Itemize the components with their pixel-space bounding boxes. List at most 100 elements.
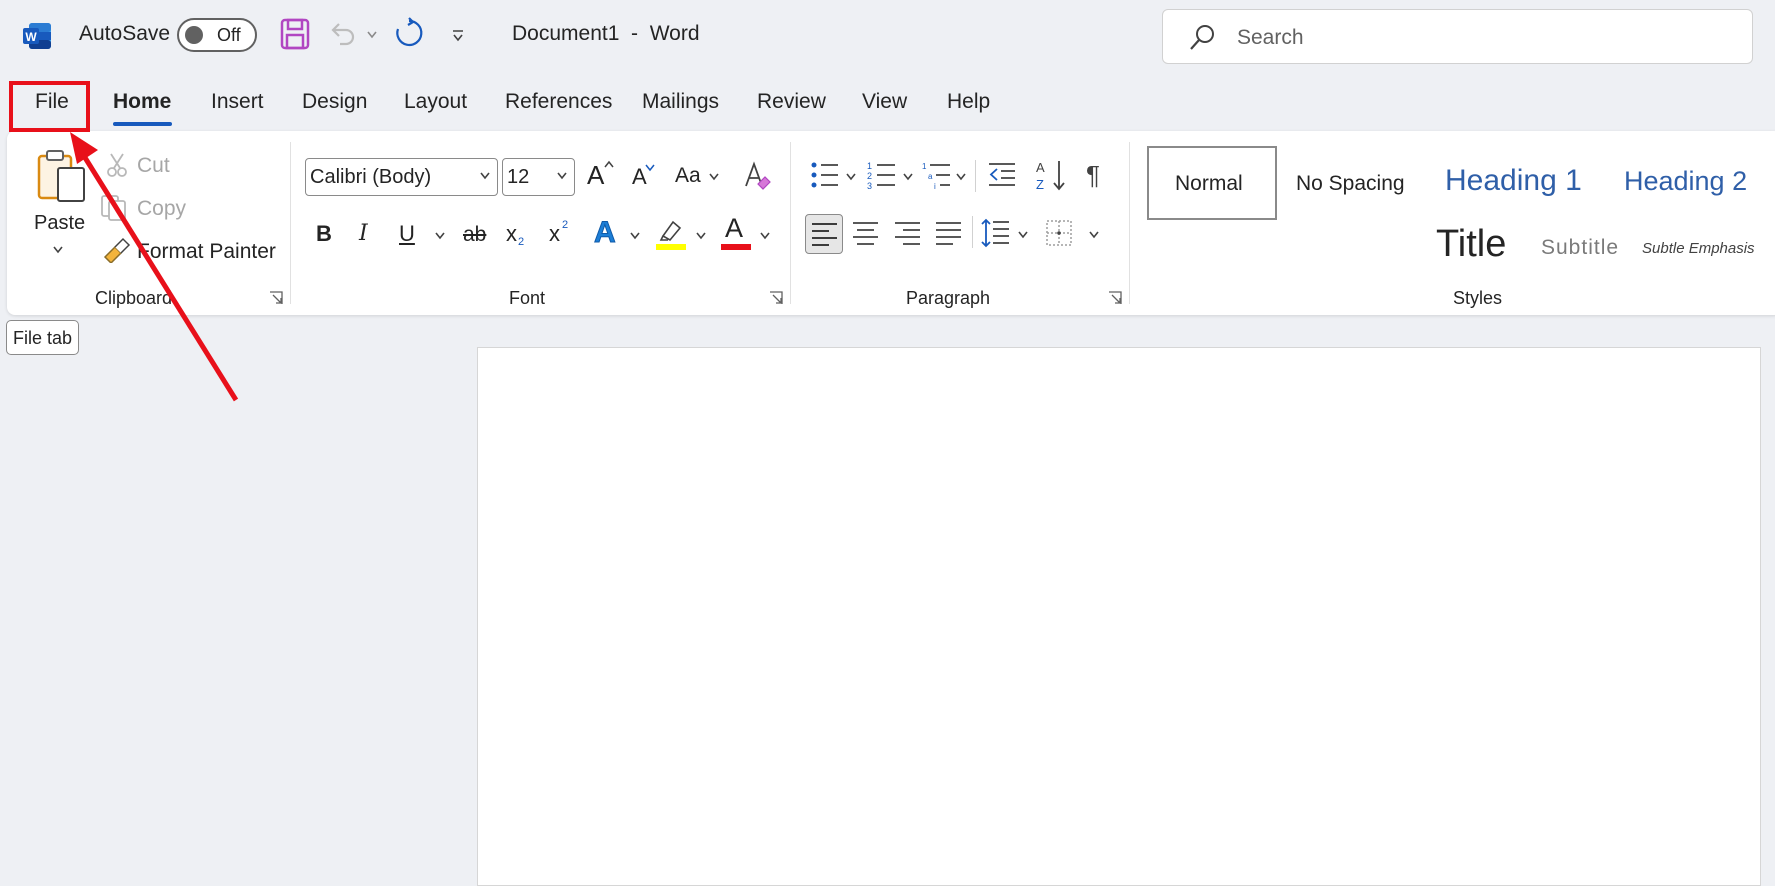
tab-home[interactable]: Home — [113, 90, 171, 114]
italic-button[interactable]: I — [359, 221, 368, 246]
scissors-icon[interactable] — [105, 152, 129, 178]
numbering-icon[interactable]: 1 2 3 — [867, 160, 897, 190]
svg-text:1: 1 — [867, 161, 872, 171]
active-tab-indicator — [113, 122, 172, 126]
autosave-toggle[interactable]: Off — [177, 18, 257, 52]
clear-formatting-icon[interactable] — [742, 160, 772, 192]
subscript-button[interactable]: x — [506, 221, 517, 247]
clipboard-launcher-icon[interactable] — [268, 290, 284, 306]
multilevel-dropdown-icon[interactable] — [955, 172, 967, 182]
bullets-icon[interactable] — [810, 160, 840, 190]
line-spacing-icon[interactable] — [981, 218, 1011, 248]
document-page[interactable] — [477, 347, 1761, 886]
tab-design[interactable]: Design — [302, 90, 367, 114]
sort-icon[interactable]: A Z — [1035, 158, 1067, 192]
line-spacing-dropdown-icon[interactable] — [1017, 230, 1029, 240]
undo-icon[interactable] — [328, 18, 358, 48]
word-logo-icon[interactable]: W — [21, 20, 53, 52]
font-launcher-icon[interactable] — [768, 290, 784, 306]
font-color-swatch — [721, 244, 751, 250]
strikethrough-button[interactable]: ab — [463, 223, 486, 247]
tab-insert[interactable]: Insert — [211, 90, 264, 114]
autosave-label: AutoSave — [79, 22, 171, 45]
search-box[interactable]: Search — [1162, 9, 1753, 64]
paste-button[interactable]: Paste — [34, 212, 85, 235]
tooltip: File tab — [6, 320, 79, 355]
bold-button[interactable]: B — [316, 221, 332, 247]
group-separator — [1129, 142, 1130, 304]
clipboard-group-label: Clipboard — [95, 288, 173, 308]
align-left-button[interactable] — [805, 214, 843, 254]
bullets-dropdown-icon[interactable] — [845, 172, 857, 182]
svg-text:i: i — [934, 182, 936, 190]
document-title: Document1 - Word — [512, 22, 700, 45]
paragraph-group-label: Paragraph — [906, 288, 991, 308]
align-right-icon[interactable] — [894, 221, 921, 246]
text-effects-dropdown-icon[interactable] — [629, 231, 641, 241]
change-case-button[interactable]: Aa — [675, 164, 701, 188]
align-left-icon — [812, 223, 837, 246]
paste-icon[interactable] — [36, 148, 88, 204]
style-heading-1[interactable]: Heading 1 — [1445, 164, 1582, 198]
svg-text:W: W — [25, 30, 37, 44]
show-formatting-icon[interactable]: ¶ — [1086, 160, 1100, 191]
style-normal-label: Normal — [1175, 172, 1243, 195]
paragraph-launcher-icon[interactable] — [1107, 290, 1123, 306]
change-case-dropdown-icon[interactable] — [708, 172, 720, 182]
customize-toolbar-icon[interactable] — [451, 30, 465, 42]
highlighter-icon[interactable] — [655, 216, 687, 250]
autosave-state: Off — [217, 25, 241, 45]
cut-button[interactable]: Cut — [137, 154, 170, 178]
search-input[interactable]: Search — [1237, 26, 1304, 50]
ribbon — [7, 131, 1775, 315]
copy-button[interactable]: Copy — [137, 197, 186, 221]
svg-text:2: 2 — [867, 171, 872, 181]
justify-icon[interactable] — [935, 221, 962, 246]
copy-icon[interactable] — [100, 194, 130, 222]
group-separator — [790, 142, 791, 304]
font-color-button[interactable]: A — [725, 213, 743, 244]
decrease-indent-icon[interactable] — [987, 160, 1017, 190]
superscript-button[interactable]: x — [549, 221, 560, 247]
subscript-mark: 2 — [518, 236, 525, 248]
search-icon — [1190, 25, 1214, 50]
style-subtle-emphasis[interactable]: Subtle Emphasis — [1642, 240, 1755, 257]
style-heading-2[interactable]: Heading 2 — [1624, 166, 1747, 197]
paste-dropdown-icon[interactable] — [52, 245, 64, 255]
text-effects-button[interactable]: A — [594, 216, 617, 250]
multilevel-list-icon[interactable]: 1 a i — [922, 160, 952, 190]
style-no-spacing[interactable]: No Spacing — [1296, 172, 1405, 196]
undo-dropdown-icon[interactable] — [366, 30, 378, 40]
highlight-dropdown-icon[interactable] — [695, 231, 707, 241]
group-separator — [290, 142, 291, 304]
tab-review[interactable]: Review — [757, 90, 826, 114]
tab-layout[interactable]: Layout — [404, 90, 467, 114]
underline-dropdown-icon[interactable] — [434, 231, 446, 241]
numbering-dropdown-icon[interactable] — [902, 172, 914, 182]
underline-button[interactable]: U — [399, 221, 415, 247]
style-subtitle[interactable]: Subtitle — [1541, 236, 1619, 260]
tooltip-text: File tab — [13, 328, 73, 348]
tab-view[interactable]: View — [862, 90, 907, 114]
font-name-dropdown[interactable]: Calibri (Body) — [305, 158, 498, 196]
font-group-label: Font — [509, 288, 546, 308]
borders-icon[interactable] — [1045, 219, 1073, 247]
font-size-dropdown[interactable]: 12 — [502, 158, 575, 196]
align-center-icon[interactable] — [852, 221, 879, 246]
tab-references[interactable]: References — [505, 90, 612, 114]
toolbar-divider — [972, 216, 973, 248]
borders-dropdown-icon[interactable] — [1088, 230, 1100, 240]
format-painter-icon[interactable] — [101, 237, 133, 263]
style-normal[interactable]: Normal — [1147, 146, 1277, 220]
tab-mailings[interactable]: Mailings — [642, 90, 719, 114]
font-size-value: 12 — [507, 166, 530, 188]
format-painter-button[interactable]: Format Painter — [137, 240, 276, 264]
svg-text:Z: Z — [1036, 177, 1044, 192]
redo-icon[interactable] — [393, 17, 425, 49]
font-color-dropdown-icon[interactable] — [759, 231, 771, 241]
grow-font-button[interactable]: A — [587, 160, 604, 191]
style-title[interactable]: Title — [1436, 223, 1506, 266]
save-icon[interactable] — [280, 18, 310, 50]
tab-help[interactable]: Help — [947, 90, 990, 114]
toggle-knob — [185, 26, 203, 44]
